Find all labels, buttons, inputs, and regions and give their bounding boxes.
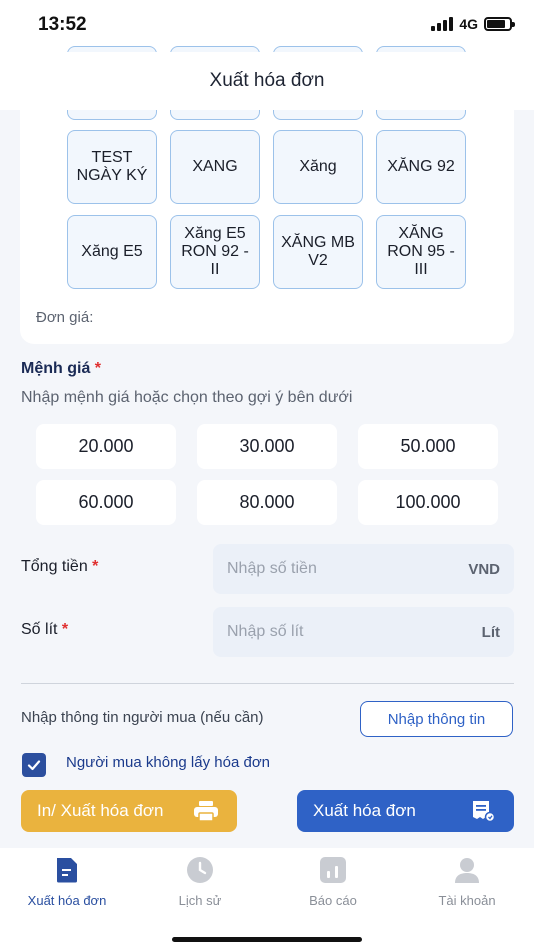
user-icon [453, 856, 481, 884]
export-button-label: Xuất hóa đơn [313, 801, 416, 820]
battery-icon [484, 17, 515, 31]
required-mark: * [92, 558, 99, 575]
fuel-type-tile[interactable]: XĂNG RON 95 - III [376, 215, 466, 289]
fuel-type-tile[interactable]: Xăng E5 [67, 215, 157, 289]
denomination-hint: Nhập mệnh giá hoặc chọn theo gợi ý bên d… [21, 389, 353, 406]
app-header: Xuất hóa đơn [0, 52, 534, 110]
denomination-chip-60000[interactable]: 60.000 [36, 480, 176, 525]
fuel-type-tile[interactable]: XĂNG MB V2 [273, 215, 363, 289]
tab-label: Tài khoản [438, 893, 496, 908]
tab-label: Báo cáo [309, 893, 357, 908]
signal-icon [431, 17, 454, 31]
fuel-type-tile[interactable]: XANG [170, 130, 260, 204]
liters-label: Số lít * [21, 621, 69, 638]
bottom-tab-bar: Xuất hóa đơn Lịch sử Báo cáo Tài khoản [0, 848, 534, 950]
divider [21, 683, 514, 684]
print-export-invoice-button[interactable]: In/ Xuất hóa đơn [21, 790, 237, 832]
liters-placeholder: Nhập số lít [227, 623, 304, 640]
denomination-chip-100000[interactable]: 100.000 [358, 480, 498, 525]
status-indicators: 4G [431, 16, 515, 32]
denomination-chip-30000[interactable]: 30.000 [197, 424, 337, 469]
print-button-label: In/ Xuất hóa đơn [37, 801, 164, 820]
required-mark: * [94, 360, 102, 377]
fuel-type-tile[interactable]: XĂNG 92 [376, 130, 466, 204]
total-label: Tổng tiền * [21, 558, 99, 575]
required-mark: * [61, 621, 69, 638]
fuel-type-card: TEST NGÀY KÝ XANG Xăng XĂNG 92 Xăng E5 X… [20, 46, 514, 344]
fuel-type-tile[interactable]: Xăng [273, 130, 363, 204]
denomination-title: Mệnh giá * [21, 360, 102, 377]
buyer-info-text: Nhập thông tin người mua (nếu cần) [21, 709, 264, 726]
printer-icon [194, 801, 218, 822]
tab-account[interactable]: Tài khoản [412, 856, 522, 916]
no-invoice-checkbox[interactable] [22, 753, 46, 777]
invoice-icon [53, 856, 81, 884]
status-bar: 13:52 4G [0, 0, 534, 52]
total-placeholder: Nhập số tiền [227, 560, 317, 577]
total-amount-input[interactable]: Nhập số tiền VND [213, 544, 514, 594]
liters-input[interactable]: Nhập số lít Lít [213, 607, 514, 657]
checkmark-icon [27, 760, 41, 771]
home-indicator [172, 937, 362, 942]
denomination-chip-20000[interactable]: 20.000 [36, 424, 176, 469]
liters-unit: Lít [481, 623, 500, 641]
tab-invoice[interactable]: Xuất hóa đơn [12, 856, 122, 916]
export-invoice-button[interactable]: Xuất hóa đơn [297, 790, 514, 832]
page-title: Xuất hóa đơn [209, 70, 325, 91]
tab-label: Lịch sử [178, 893, 222, 908]
network-type: 4G [459, 16, 478, 32]
enter-buyer-info-button[interactable]: Nhập thông tin [360, 701, 513, 737]
denomination-chip-50000[interactable]: 50.000 [358, 424, 498, 469]
no-invoice-label: Người mua không lấy hóa đơn [66, 754, 270, 771]
total-unit: VND [468, 560, 500, 578]
denomination-chip-80000[interactable]: 80.000 [197, 480, 337, 525]
tab-history[interactable]: Lịch sử [145, 856, 255, 916]
tab-reports[interactable]: Báo cáo [278, 856, 388, 916]
chart-icon [319, 856, 347, 884]
clock-icon [186, 856, 214, 884]
invoice-icon [473, 801, 496, 823]
status-time: 13:52 [38, 14, 87, 35]
fuel-type-tile[interactable]: TEST NGÀY KÝ [67, 130, 157, 204]
fuel-type-tile[interactable]: Xăng E5 RON 92 - II [170, 215, 260, 289]
tab-label: Xuất hóa đơn [27, 893, 107, 908]
unit-price-label: Đơn giá: [36, 309, 94, 326]
